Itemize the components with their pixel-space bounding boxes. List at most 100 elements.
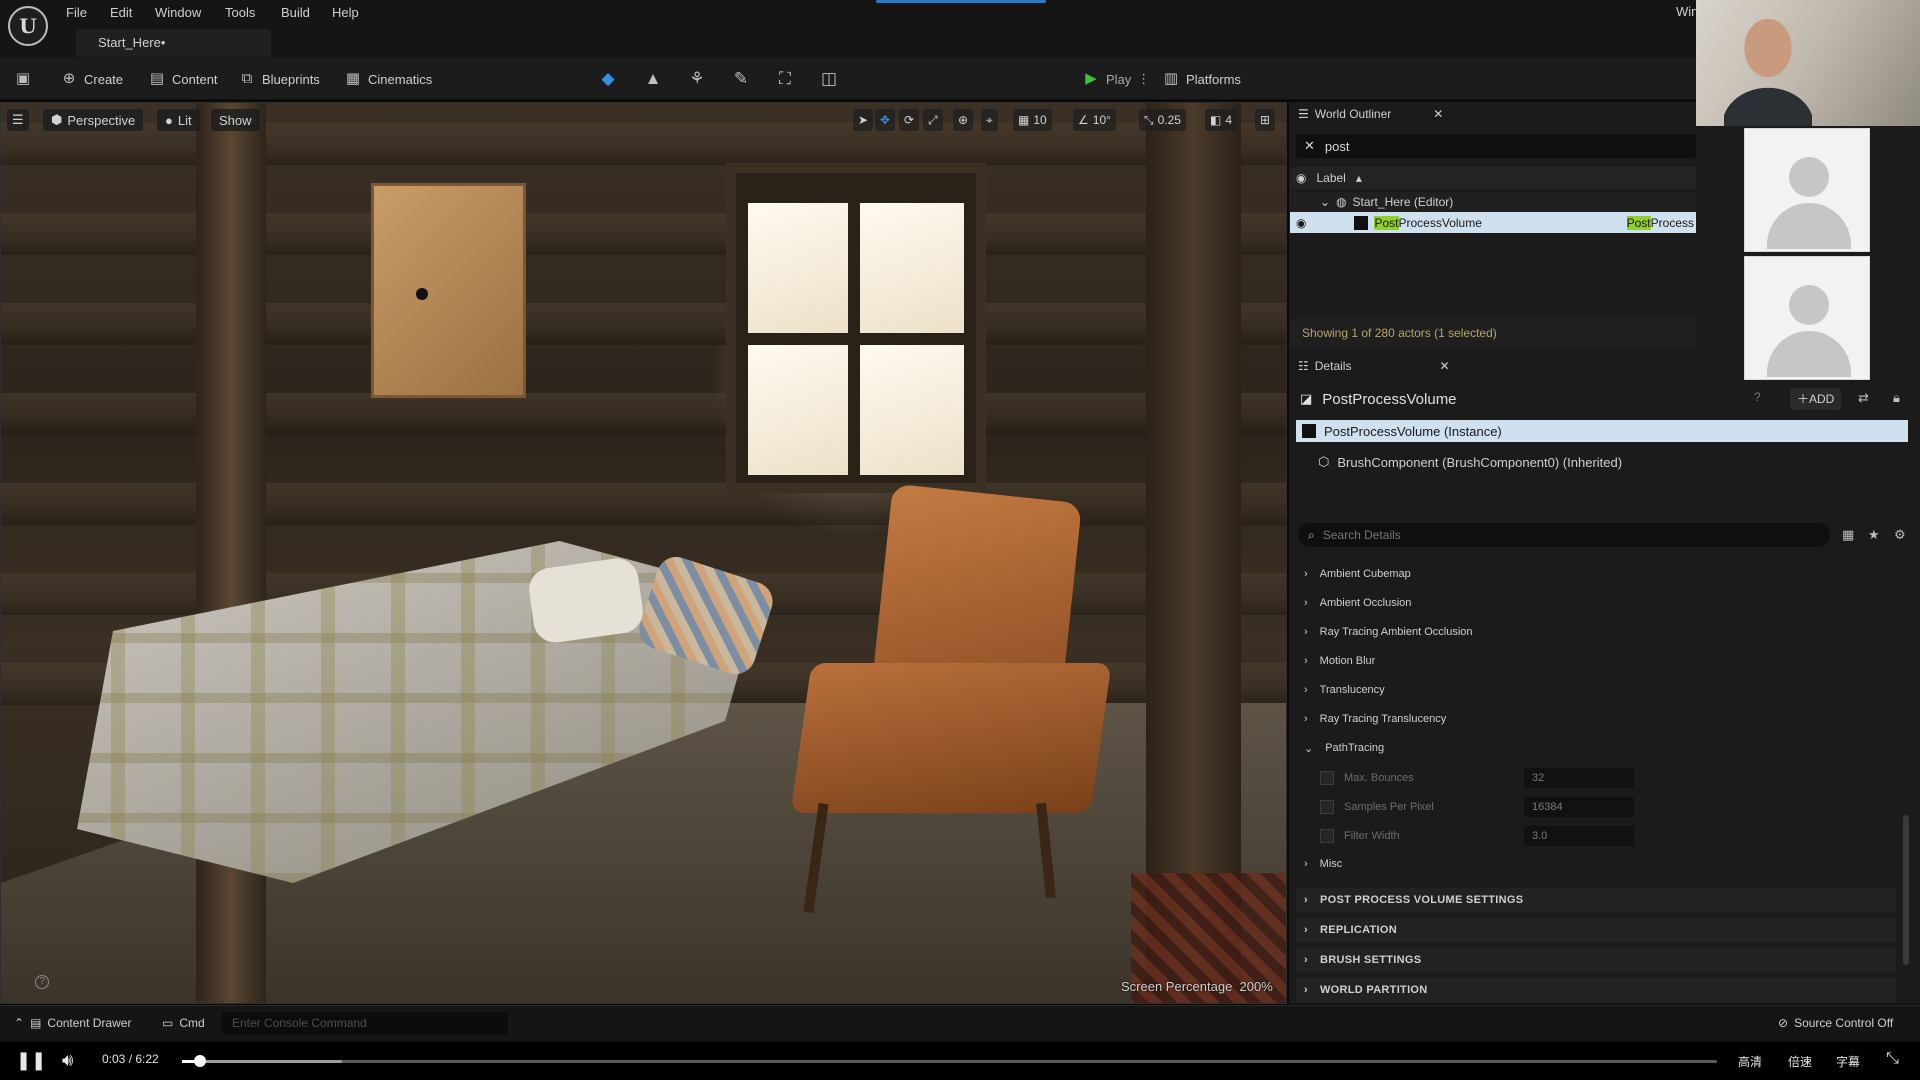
log-wall-plank bbox=[1, 303, 1286, 345]
clear-search-icon[interactable]: ✕ bbox=[1304, 138, 1315, 154]
quality-button[interactable]: 高清 bbox=[1738, 1053, 1762, 1070]
menu-help[interactable]: Help bbox=[332, 4, 359, 22]
menu-window[interactable]: Window bbox=[155, 4, 201, 22]
select-mode-icon[interactable]: ◆ bbox=[595, 66, 621, 92]
perspective-button[interactable]: ⬢ Perspective bbox=[43, 109, 144, 131]
outliner-row-postprocessvolume[interactable]: ◉ PostProcessVolume PostProcess bbox=[1290, 212, 1696, 233]
override-checkbox[interactable] bbox=[1320, 800, 1334, 814]
create-button[interactable]: ⊕ Create bbox=[60, 66, 123, 92]
rotation-snap-button[interactable]: ∠ 10° bbox=[1073, 109, 1116, 131]
save-button[interactable]: ▣ bbox=[14, 66, 32, 92]
category-ambient-cubemap[interactable]: › Ambient Cubemap bbox=[1296, 562, 1896, 586]
landscape-mode-icon[interactable]: ▲ bbox=[640, 66, 666, 92]
source-control-button[interactable]: ⊘ Source Control Off bbox=[1778, 1013, 1893, 1033]
blueprint-add-icon[interactable]: ⇄ bbox=[1858, 390, 1869, 406]
favorite-star-icon[interactable]: ★ bbox=[1868, 527, 1880, 543]
rotate-tool-icon[interactable]: ⟳ bbox=[899, 109, 920, 131]
grid-snap-button[interactable]: ▦ 10 bbox=[1013, 109, 1052, 131]
scale-snap-button[interactable]: ⤡ 0.25 bbox=[1139, 109, 1186, 131]
world-space-icon[interactable]: ⊕ bbox=[953, 109, 974, 131]
fullscreen-exit-icon[interactable]: ⤡ bbox=[1886, 1050, 1899, 1068]
lit-sphere-icon: ● bbox=[165, 112, 173, 128]
menu-build[interactable]: Build bbox=[281, 4, 310, 22]
override-checkbox[interactable] bbox=[1320, 771, 1334, 785]
select-tool-icon[interactable]: ➤ bbox=[853, 109, 874, 131]
cinematics-icon: ▦ bbox=[345, 70, 361, 87]
modeling-mode-icon[interactable]: ⛶ bbox=[772, 66, 798, 92]
details-search-input[interactable]: ⌕ bbox=[1298, 523, 1830, 547]
foliage-mode-icon[interactable]: ⚘ bbox=[684, 66, 710, 92]
lock-icon[interactable]: 🔒︎ bbox=[1893, 390, 1900, 406]
mesh-paint-mode-icon[interactable]: ✎ bbox=[728, 66, 754, 92]
section-replication[interactable]: › REPLICATION bbox=[1296, 918, 1896, 942]
viewport-options-button[interactable]: ☰ bbox=[7, 109, 29, 131]
outliner-row-world[interactable]: ⌄ ◍ Start_Here (Editor) bbox=[1290, 192, 1696, 212]
tab-details[interactable]: ☷ Details ✕ bbox=[1298, 354, 1450, 378]
close-icon[interactable]: ✕ bbox=[1439, 359, 1449, 373]
blueprints-button[interactable]: ⧉ Blueprints bbox=[238, 66, 320, 92]
speed-button[interactable]: 倍速 bbox=[1788, 1053, 1812, 1070]
category-ray-tracing-translucency[interactable]: › Ray Tracing Translucency bbox=[1296, 707, 1896, 731]
chevron-right-icon: › bbox=[1304, 597, 1308, 609]
seek-handle[interactable] bbox=[194, 1055, 206, 1067]
menu-tools[interactable]: Tools bbox=[225, 4, 255, 22]
lit-button[interactable]: ● Lit bbox=[157, 109, 200, 131]
unreal-logo-icon[interactable]: U bbox=[8, 6, 48, 46]
outliner-search-input[interactable]: ✕ post bbox=[1296, 134, 1696, 158]
show-button[interactable]: Show bbox=[211, 109, 260, 131]
section-post-process-volume-settings[interactable]: › POST PROCESS VOLUME SETTINGS bbox=[1296, 888, 1896, 912]
pause-icon[interactable]: ❚❚ bbox=[16, 1050, 46, 1071]
category-translucency[interactable]: › Translucency bbox=[1296, 678, 1896, 702]
override-checkbox[interactable] bbox=[1320, 829, 1334, 843]
category-motion-blur[interactable]: › Motion Blur bbox=[1296, 649, 1896, 673]
viewport-layout-icon[interactable]: ⊞ bbox=[1255, 109, 1276, 131]
fracture-mode-icon[interactable]: ◫ bbox=[816, 66, 842, 92]
translate-tool-icon[interactable]: ✥ bbox=[875, 109, 896, 131]
menu-file[interactable]: File bbox=[66, 4, 87, 22]
component-brush-row[interactable]: ⬡ BrushComponent (BrushComponent0) (Inher… bbox=[1318, 451, 1622, 473]
table-view-icon[interactable]: ▦ bbox=[1842, 527, 1854, 543]
section-brush-settings[interactable]: › BRUSH SETTINGS bbox=[1296, 948, 1896, 972]
subtitles-button[interactable]: 字幕 bbox=[1836, 1053, 1860, 1070]
add-component-button[interactable]: ＋ADD bbox=[1790, 388, 1842, 410]
play-options-icon[interactable]: ⋮ bbox=[1137, 71, 1150, 87]
save-icon: ▣ bbox=[15, 70, 31, 87]
level-viewport[interactable]: ☰ ⬢ Perspective ● Lit Show ➤ ✥ ⟳ ⤢ ⊕ ⌖ ▦ 10… bbox=[0, 102, 1287, 1004]
camera-speed-button[interactable]: ◧ 4 bbox=[1205, 109, 1238, 131]
cabinet-knob bbox=[416, 288, 428, 300]
scale-snap-value: 0.25 bbox=[1157, 113, 1181, 127]
details-scrollbar[interactable] bbox=[1903, 815, 1909, 965]
menu-edit[interactable]: Edit bbox=[110, 4, 132, 22]
cinematics-button[interactable]: ▦ Cinematics bbox=[344, 66, 432, 92]
seek-bar[interactable] bbox=[182, 1060, 1717, 1063]
surface-snap-icon[interactable]: ⌖ bbox=[981, 109, 998, 131]
cmd-button[interactable]: ▭ Cmd bbox=[162, 1013, 205, 1033]
close-icon[interactable]: ✕ bbox=[1433, 107, 1443, 121]
category-pathtracing[interactable]: ⌄ PathTracing bbox=[1296, 736, 1896, 760]
content-drawer-button[interactable]: ⌃ ▤ Content Drawer bbox=[14, 1013, 131, 1033]
volume-icon[interactable]: 🔊︎ bbox=[62, 1050, 73, 1071]
help-icon[interactable]: ? bbox=[1754, 390, 1761, 404]
max-bounces-field[interactable]: 32 bbox=[1524, 768, 1634, 788]
play-button[interactable]: ▶ Play ⋮ bbox=[1082, 66, 1150, 92]
category-ambient-occlusion[interactable]: › Ambient Occlusion bbox=[1296, 591, 1896, 615]
category-misc[interactable]: › Misc bbox=[1296, 852, 1896, 876]
console-command-input[interactable]: Enter Console Command bbox=[222, 1012, 508, 1034]
samples-per-pixel-field[interactable]: 16384 bbox=[1524, 797, 1634, 817]
help-icon[interactable]: ? bbox=[35, 975, 49, 989]
armchair-seat bbox=[790, 663, 1112, 813]
visibility-eye-icon[interactable]: ◉ bbox=[1296, 216, 1306, 230]
section-world-partition[interactable]: › WORLD PARTITION bbox=[1296, 978, 1896, 1002]
details-search-field[interactable] bbox=[1322, 528, 1803, 542]
category-ray-tracing-ao[interactable]: › Ray Tracing Ambient Occlusion bbox=[1296, 620, 1896, 644]
outliner-column-header[interactable]: ◉ Label ▴ bbox=[1290, 167, 1696, 189]
filter-width-field[interactable]: 3.0 bbox=[1524, 826, 1634, 846]
content-button[interactable]: ▤ Content bbox=[148, 66, 218, 92]
tab-world-outliner[interactable]: ☰ World Outliner ✕ bbox=[1298, 102, 1443, 126]
component-instance-row[interactable]: PostProcessVolume (Instance) bbox=[1296, 420, 1908, 442]
platforms-button[interactable]: ▥ Platforms bbox=[1162, 66, 1241, 92]
settings-gear-icon[interactable]: ⚙ bbox=[1894, 527, 1906, 543]
visibility-eye-icon[interactable]: ◉ bbox=[1296, 171, 1306, 185]
document-tab[interactable]: Start_Here• bbox=[76, 29, 271, 57]
scale-tool-icon[interactable]: ⤢ bbox=[923, 109, 943, 131]
